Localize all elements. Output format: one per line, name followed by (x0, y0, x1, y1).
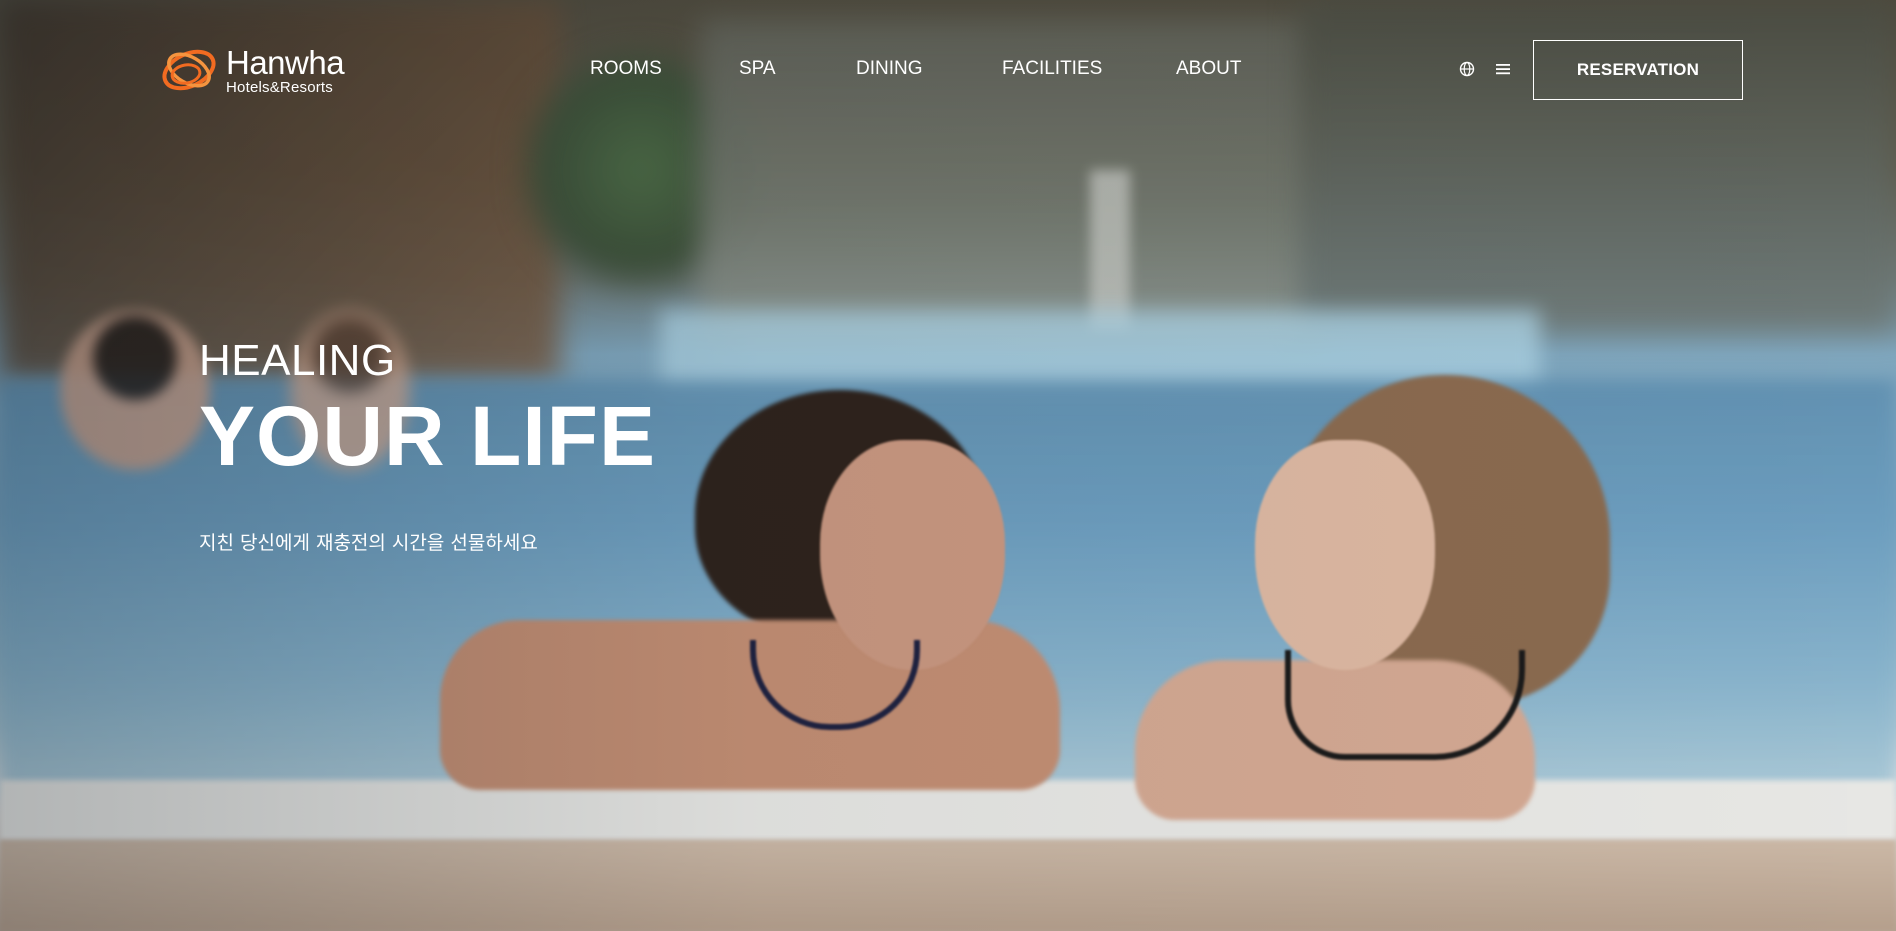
hamburger-menu-icon[interactable] (1494, 60, 1512, 78)
nav-item-dining[interactable]: DINING (856, 58, 923, 80)
logo-name: Hanwha (226, 43, 345, 81)
nav-item-rooms[interactable]: ROOMS (590, 58, 662, 80)
hero-copy: HEALING YOUR LIFE 지친 당신에게 재충전의 시간을 선물하세요 (199, 336, 656, 555)
reservation-button[interactable]: RESERVATION (1533, 40, 1743, 100)
nav-item-about[interactable]: ABOUT (1176, 58, 1241, 80)
globe-icon[interactable] (1458, 60, 1476, 78)
brand-logo[interactable]: Hanwha Hotels&Resorts (158, 40, 368, 100)
site-header: Hanwha Hotels&Resorts ROOMS SPA DINING F… (0, 0, 1896, 140)
hero-title: YOUR LIFE (199, 389, 657, 483)
hanwha-logo-icon (158, 40, 220, 100)
nav-item-facilities[interactable]: FACILITIES (1002, 58, 1102, 80)
hero-kicker: HEALING (199, 336, 396, 385)
nav-item-spa[interactable]: SPA (739, 58, 776, 80)
logo-wordmark: Hanwha Hotels&Resorts (226, 43, 345, 96)
logo-subtitle: Hotels&Resorts (226, 78, 334, 96)
hero-subtitle: 지친 당신에게 재충전의 시간을 선물하세요 (199, 532, 538, 554)
